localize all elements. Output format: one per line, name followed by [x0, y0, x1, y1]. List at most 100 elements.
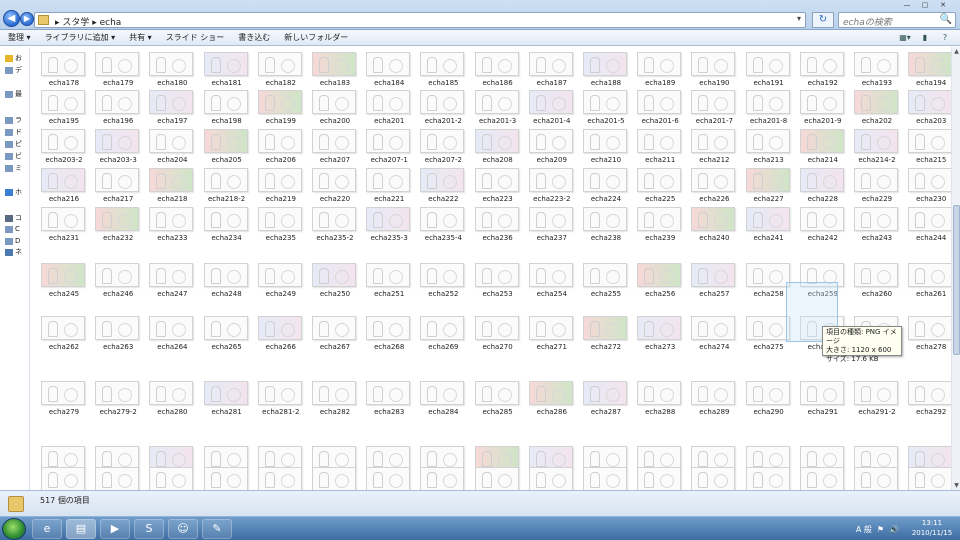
file-item[interactable]: echa189: [629, 50, 691, 87]
file-item[interactable]: echa203: [900, 88, 951, 125]
file-item[interactable]: echa217: [87, 166, 149, 203]
file-item[interactable]: echa271: [521, 297, 583, 351]
file-item[interactable]: echa291-2: [846, 362, 908, 416]
file-item[interactable]: [412, 465, 474, 490]
file-item[interactable]: echa194: [900, 50, 951, 87]
file-item[interactable]: echa235-3: [358, 205, 420, 242]
minimize-button[interactable]: —: [898, 0, 916, 10]
file-item[interactable]: echa239: [629, 205, 691, 242]
close-button[interactable]: ✕: [934, 0, 952, 10]
file-item[interactable]: echa251: [358, 244, 420, 298]
file-item[interactable]: [521, 465, 583, 490]
file-item[interactable]: echa182: [250, 50, 312, 87]
file-item[interactable]: [141, 465, 203, 490]
file-item[interactable]: echa201-4: [521, 88, 583, 125]
file-item[interactable]: echa185: [412, 50, 474, 87]
file-item[interactable]: echa225: [629, 166, 691, 203]
file-item[interactable]: echa282: [304, 362, 366, 416]
file-item[interactable]: echa220: [304, 166, 366, 203]
file-item[interactable]: echa228: [792, 166, 854, 203]
paint-taskbar-button[interactable]: ✎: [202, 519, 232, 539]
nav-item-homegroup[interactable]: ホ: [5, 187, 22, 197]
file-item[interactable]: echa201-9: [792, 88, 854, 125]
file-item[interactable]: echa226: [683, 166, 745, 203]
file-item[interactable]: [467, 465, 529, 490]
file-item[interactable]: echa218: [141, 166, 203, 203]
file-item[interactable]: echa288: [629, 362, 691, 416]
file-item[interactable]: echa244: [900, 205, 951, 242]
nav-item-desktop[interactable]: デ: [5, 65, 22, 75]
media-taskbar-button[interactable]: ▶: [100, 519, 130, 539]
file-item[interactable]: echa252: [412, 244, 474, 298]
file-item[interactable]: echa292: [900, 362, 951, 416]
file-item[interactable]: echa201-3: [467, 88, 529, 125]
file-item[interactable]: echa240: [683, 205, 745, 242]
file-item[interactable]: echa254: [521, 244, 583, 298]
file-item[interactable]: echa180: [141, 50, 203, 87]
file-item[interactable]: echa236: [467, 205, 529, 242]
file-item[interactable]: [846, 465, 908, 490]
file-item[interactable]: echa283: [358, 362, 420, 416]
file-item[interactable]: echa179: [87, 50, 149, 87]
file-item[interactable]: echa257: [683, 244, 745, 298]
nav-item-drive-c[interactable]: C: [5, 225, 20, 233]
file-item[interactable]: echa212: [683, 127, 745, 164]
file-item[interactable]: echa191: [738, 50, 800, 87]
file-item[interactable]: echa201-2: [412, 88, 474, 125]
file-item[interactable]: [683, 465, 745, 490]
file-item[interactable]: echa210: [575, 127, 637, 164]
chevron-down-icon[interactable]: ▾: [797, 14, 801, 23]
file-item[interactable]: echa234: [196, 205, 258, 242]
file-item[interactable]: echa279-2: [87, 362, 149, 416]
file-item[interactable]: echa216: [33, 166, 95, 203]
file-item[interactable]: [304, 465, 366, 490]
file-item[interactable]: echa242: [792, 205, 854, 242]
preview-pane-icon[interactable]: ▮: [918, 32, 932, 43]
file-item[interactable]: echa279: [33, 362, 95, 416]
file-item[interactable]: echa184: [358, 50, 420, 87]
file-item[interactable]: echa245: [33, 244, 95, 298]
file-item[interactable]: [738, 465, 800, 490]
search-icon[interactable]: 🔍: [940, 14, 952, 25]
file-item[interactable]: [196, 465, 258, 490]
slideshow-button[interactable]: スライド ショー: [166, 32, 225, 43]
file-item[interactable]: echa247: [141, 244, 203, 298]
ime-indicator[interactable]: A 般: [856, 524, 872, 535]
file-item[interactable]: echa287: [575, 362, 637, 416]
start-button[interactable]: [2, 518, 26, 540]
file-item[interactable]: echa286: [521, 362, 583, 416]
file-item[interactable]: echa253: [467, 244, 529, 298]
file-item[interactable]: [250, 465, 312, 490]
file-item[interactable]: echa214: [792, 127, 854, 164]
volume-icon[interactable]: 🔊: [889, 525, 899, 534]
file-item[interactable]: echa235-4: [412, 205, 474, 242]
file-item[interactable]: echa284: [412, 362, 474, 416]
file-item[interactable]: [792, 465, 854, 490]
ie-taskbar-button[interactable]: e: [32, 519, 62, 539]
file-item[interactable]: echa207-2: [412, 127, 474, 164]
maximize-button[interactable]: ▢: [916, 0, 934, 10]
file-item[interactable]: echa195: [33, 88, 95, 125]
file-item[interactable]: echa249: [250, 244, 312, 298]
file-item[interactable]: echa227: [738, 166, 800, 203]
file-item[interactable]: echa193: [846, 50, 908, 87]
help-icon[interactable]: ?: [938, 32, 952, 43]
messenger-taskbar-button[interactable]: ☺: [168, 519, 198, 539]
file-item[interactable]: echa213: [738, 127, 800, 164]
file-item[interactable]: echa206: [250, 127, 312, 164]
file-item[interactable]: echa201-8: [738, 88, 800, 125]
file-item[interactable]: echa196: [87, 88, 149, 125]
file-item[interactable]: [900, 465, 951, 490]
file-item[interactable]: echa263: [87, 297, 149, 351]
file-item[interactable]: echa262: [33, 297, 95, 351]
file-item[interactable]: echa201-5: [575, 88, 637, 125]
file-item[interactable]: echa202: [846, 88, 908, 125]
file-item[interactable]: echa264: [141, 297, 203, 351]
nav-item-videos[interactable]: ビ: [5, 151, 22, 161]
file-item[interactable]: echa261: [900, 244, 951, 298]
file-item[interactable]: echa203-3: [87, 127, 149, 164]
nav-item-pictures[interactable]: ピ: [5, 139, 22, 149]
file-item[interactable]: echa222: [412, 166, 474, 203]
refresh-button[interactable]: ↻: [812, 12, 834, 28]
file-item[interactable]: echa192: [792, 50, 854, 87]
